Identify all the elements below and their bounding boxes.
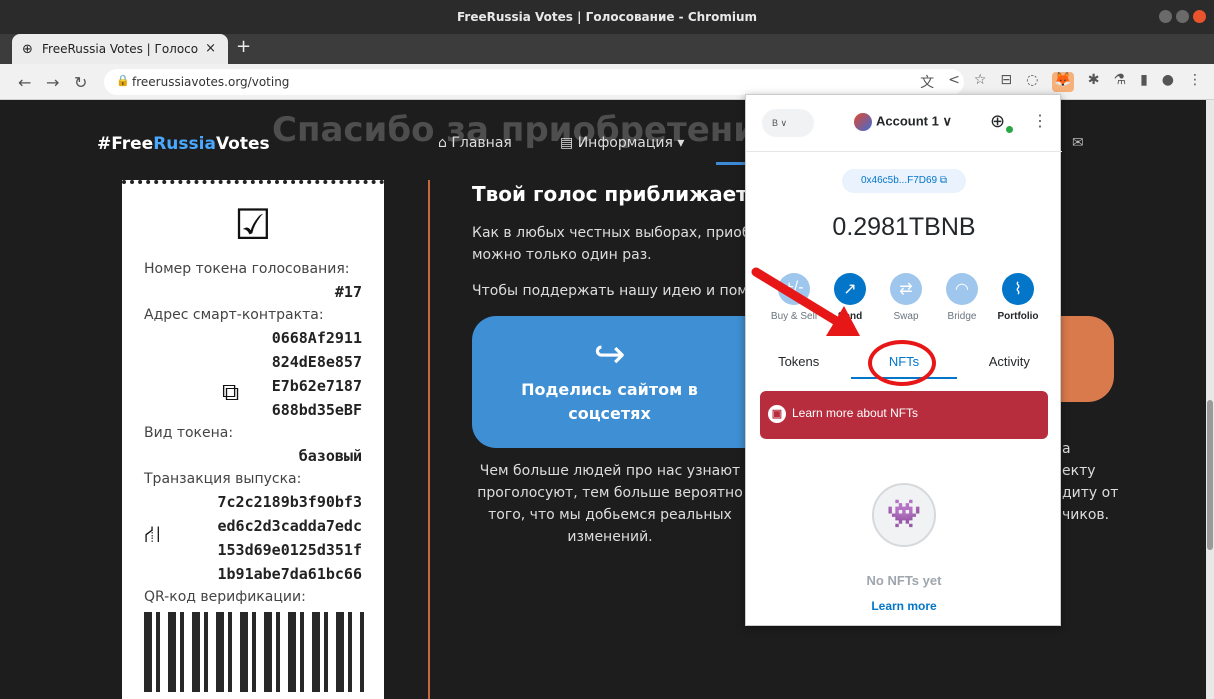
qr-code	[144, 612, 364, 692]
space-invader-icon: 👾	[872, 483, 936, 547]
portfolio-icon: ⌇	[1002, 273, 1034, 305]
voting-ticket: ☑ Номер токена голосования: #17 Адрес см…	[122, 180, 384, 699]
site-logo[interactable]: #FreeRussiaVotes	[97, 134, 270, 154]
share-card[interactable]: ↪ Поделись сайтом в соцсетях	[472, 316, 747, 448]
portfolio-button[interactable]: ⌇ Portfolio	[992, 273, 1044, 322]
maximize-button[interactable]	[1176, 10, 1189, 23]
orange-card[interactable]	[1060, 316, 1114, 402]
divider	[746, 151, 1062, 152]
globe-icon[interactable]: ⊕	[990, 111, 1005, 132]
bridge-button[interactable]: ◠ Bridge	[936, 273, 988, 322]
token-type-label: Вид токена:	[144, 425, 234, 441]
reload-icon[interactable]: ↻	[74, 73, 87, 92]
close-window-button[interactable]	[1193, 10, 1206, 23]
tx-hash[interactable]: ⛙ 7c2c2189b3f90bf3 ed6c2d3cadda7edc 153d…	[144, 490, 362, 586]
route-icon[interactable]: ⛙	[144, 520, 161, 551]
profile-avatar-icon[interactable]: ●	[1162, 72, 1174, 92]
send-button[interactable]: ↗ Send	[824, 273, 876, 322]
extension-icon[interactable]: ⊟	[1000, 72, 1012, 92]
account-picker[interactable]: Account 1 ∨	[854, 113, 952, 131]
browser-tab[interactable]: ⊕ FreeRussia Votes | Голосо ×	[12, 34, 228, 64]
bottom-paragraph: Чем больше людей про нас узнают проголос…	[477, 463, 743, 545]
content-divider	[428, 180, 430, 699]
translate-icon[interactable]: 文	[920, 72, 934, 92]
tx-label: Транзакция выпуска:	[144, 471, 302, 487]
book-icon: ▣	[768, 405, 786, 423]
lab-icon[interactable]: ⚗	[1114, 72, 1127, 92]
buy-sell-icon: +/-	[778, 273, 810, 305]
swap-button[interactable]: ⇄ Swap	[880, 273, 932, 322]
connected-status-dot	[1006, 126, 1013, 133]
empty-state-text: No NFTs yet	[866, 573, 942, 588]
nav-active-underline	[716, 162, 746, 165]
send-icon: ↗	[834, 273, 866, 305]
back-icon[interactable]: ←	[18, 73, 31, 92]
share-icon[interactable]: <	[948, 72, 960, 92]
tab-activity[interactable]: Activity	[957, 351, 1062, 379]
paragraph-1: Как в любых честных выборах, приоб можно…	[472, 225, 751, 263]
kebab-menu-icon[interactable]: ⋮	[1188, 72, 1202, 92]
nav-home[interactable]: ⌂ Главная	[438, 135, 512, 151]
wallet-actions: +/- Buy & Sell ↗ Send ⇄ Swap ◠ Bridge ⌇ …	[768, 273, 1044, 322]
buy-sell-button[interactable]: +/- Buy & Sell	[768, 273, 820, 322]
network-picker[interactable]: B ∨	[762, 109, 814, 137]
token-number: #17	[334, 283, 362, 301]
mail-icon[interactable]: ✉	[1072, 135, 1084, 151]
tab-title: FreeRussia Votes | Голосо	[42, 42, 199, 56]
contract-address[interactable]: ⧉ 0668Af2911 824dE8e857 E7b62e7187 688bd…	[144, 326, 362, 422]
paragraph-2: Чтобы поддержать нашу идею и пом	[472, 283, 748, 299]
copy-icon[interactable]: ⧉	[222, 378, 239, 406]
account-avatar	[854, 113, 872, 131]
ballot-checkbox-icon: ☑	[234, 200, 272, 249]
toolbar-icons: 文 < ☆ ⊟ ◌ 🦊 ✱ ⚗ ▮ ● ⋮	[920, 72, 1202, 92]
window-titlebar: FreeRussia Votes | Голосование - Chromiu…	[0, 0, 1214, 34]
qr-label: QR-код верификации:	[144, 589, 306, 605]
minimize-button[interactable]	[1159, 10, 1172, 23]
page-scrollbar[interactable]	[1206, 100, 1214, 699]
kebab-menu-icon[interactable]: ⋮	[1032, 111, 1048, 131]
metamask-popup: B ∨ Account 1 ∨ ⊕ ⋮ 0x46c5b...F7D69 ⧉ 0.…	[745, 94, 1062, 626]
tab-tokens[interactable]: Tokens	[746, 351, 851, 379]
window-controls	[1159, 10, 1206, 23]
bookmark-star-icon[interactable]: ☆	[974, 72, 987, 92]
red-highlight-circle	[868, 340, 936, 386]
puzzle-icon[interactable]: ✱	[1088, 72, 1100, 92]
share-icon: ↪	[593, 332, 626, 376]
token-number-label: Номер токена голосования:	[144, 261, 350, 277]
token-type: базовый	[298, 447, 362, 465]
sidepanel-icon[interactable]: ▮	[1140, 72, 1148, 92]
address-copy-button[interactable]: 0x46c5b...F7D69 ⧉	[842, 169, 966, 193]
scrollbar-thumb[interactable]	[1207, 400, 1213, 550]
balance: 0.2981TBNB	[832, 213, 976, 241]
address-bar[interactable]: 🔒 freerussiavotes.org/voting	[104, 69, 964, 95]
nav-info[interactable]: ▤ Информация ▾	[560, 135, 684, 151]
learn-more-link[interactable]: Learn more	[746, 599, 1062, 613]
learn-nfts-banner[interactable]: ▣ Learn more about NFTs	[760, 391, 1048, 439]
tab-close-button[interactable]: ×	[205, 41, 216, 56]
shield-extension-icon[interactable]: ◌	[1026, 72, 1038, 92]
globe-icon: ⊕	[22, 42, 33, 57]
right-text-fragment: а екту диту от чиков.	[1062, 441, 1119, 523]
section-title: Твой голос приближает	[472, 182, 748, 206]
new-tab-button[interactable]: +	[236, 36, 251, 57]
lock-icon: 🔒	[116, 74, 130, 87]
forward-icon[interactable]: →	[46, 73, 59, 92]
metamask-fox-icon[interactable]: 🦊	[1052, 72, 1074, 92]
contract-label: Адрес смарт-контракта:	[144, 307, 324, 323]
url-text: freerussiavotes.org/voting	[132, 75, 290, 89]
swap-icon: ⇄	[890, 273, 922, 305]
bridge-icon: ◠	[946, 273, 978, 305]
window-title: FreeRussia Votes | Голосование - Chromiu…	[456, 10, 758, 24]
